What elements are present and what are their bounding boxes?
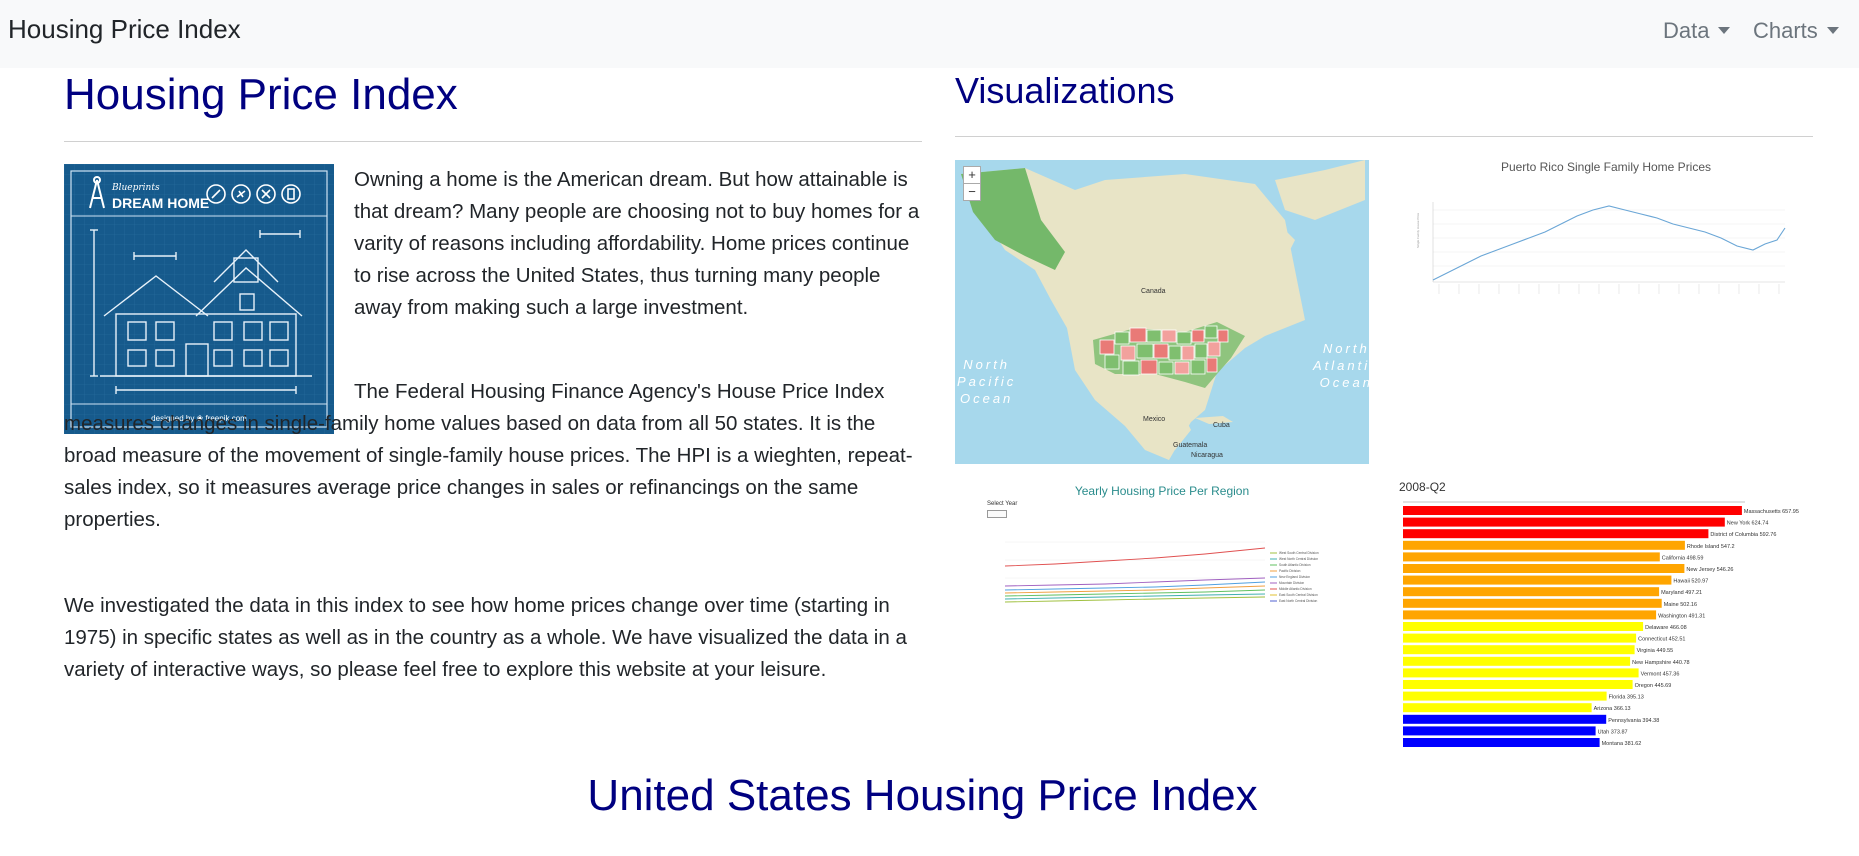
bar [1403, 726, 1596, 736]
bar-label: New York 624.74 [1727, 521, 1769, 527]
bar-label: Hawaii 520.97 [1673, 579, 1708, 585]
visualizations-title: Visualizations [955, 70, 1175, 111]
bar-label: California 498.59 [1662, 555, 1704, 561]
bar-label: Montana 381.62 [1602, 741, 1642, 747]
bar [1403, 633, 1637, 643]
legend-item: South Atlantic Division [1279, 563, 1311, 567]
choropleth-map-thumbnail[interactable]: + − Canada Mexico Cuba Guatemala Nicarag… [955, 160, 1369, 464]
bar [1403, 680, 1633, 689]
title-divider [64, 141, 922, 142]
map-zoom-in-button[interactable]: + [963, 166, 981, 184]
logo-title: DREAM HOME [112, 195, 209, 211]
legend-item: New England Division [1279, 575, 1310, 579]
bar-label: Utah 373.87 [1598, 729, 1628, 735]
bar [1403, 529, 1709, 539]
bar [1403, 552, 1660, 562]
nav-dropdown-charts[interactable]: Charts [1753, 18, 1839, 44]
legend-item: Middle Atlantic Division [1279, 587, 1312, 591]
bar-label: Pennsylvania 394.38 [1608, 718, 1659, 724]
intro-paragraph-2: The Federal Housing Finance Agency's Hou… [64, 380, 913, 531]
bar-label: Massachusetts 657.95 [1744, 509, 1799, 515]
bar-label: Delaware 466.08 [1645, 625, 1687, 631]
map-label-canada: Canada [1141, 288, 1166, 295]
state-bar-chart-thumbnail[interactable]: 2008-Q2 Massachusetts 657.95 New York 624… [1399, 480, 1813, 752]
legend-item: Mountain Division [1279, 581, 1304, 585]
bar-label: Virginia 449.55 [1637, 648, 1674, 654]
map-label-nicaragua: Nicaragua [1191, 452, 1223, 459]
logo-subtitle: Blueprints [111, 183, 160, 193]
map-label-mexico: Mexico [1143, 416, 1166, 423]
bar [1403, 691, 1607, 701]
bar [1403, 587, 1660, 597]
bar [1403, 564, 1685, 573]
nav-dropdown-data[interactable]: Data [1663, 18, 1731, 44]
legend-item: East North Central Division [1279, 599, 1317, 603]
svg-text:Single Family House Price: Single Family House Price [1416, 212, 1420, 248]
bar [1403, 703, 1592, 713]
bar [1403, 575, 1672, 585]
map-label-pacific-ocean: North Pacific Ocean [957, 357, 1017, 406]
map-label-atlantic-ocean: North Atlantic Ocean [1313, 341, 1369, 390]
legend-item: West North Central Division [1279, 557, 1318, 561]
map-zoom-out-button[interactable]: − [963, 183, 981, 201]
bar-label: Florida 395.13 [1609, 695, 1644, 701]
bar-label: Vermont 457.36 [1641, 671, 1680, 677]
us-hpi-section-title: United States Housing Price Index [587, 771, 1258, 820]
legend-item: Pacific Division [1279, 569, 1301, 573]
bar-chart-svg: Massachusetts 657.95 New York 624.74 Distr… [1403, 501, 1799, 747]
navbar: Housing Price Index Data Charts [0, 0, 1859, 68]
map-label-guatemala: Guatemala [1173, 442, 1208, 449]
map-label-cuba: Cuba [1213, 422, 1230, 429]
nav-data-label: Data [1663, 18, 1710, 43]
yearly-region-line-chart-thumbnail[interactable]: Yearly Housing Price Per Region Select Y… [955, 482, 1369, 642]
bar [1403, 714, 1607, 724]
bar [1403, 540, 1685, 550]
bar [1403, 506, 1742, 515]
bar-label: Rhode Island 547.2 [1687, 544, 1735, 550]
bar-label: District of Columbia 592.76 [1710, 532, 1776, 538]
chevron-down-icon [1718, 27, 1731, 34]
legend-item: East South Central Division [1279, 593, 1318, 597]
navbar-brand[interactable]: Housing Price Index [8, 14, 241, 45]
bar [1403, 738, 1600, 747]
bar [1403, 622, 1644, 631]
page-title: Housing Price Index [64, 70, 458, 119]
bar-label: Maine 502.16 [1664, 602, 1697, 608]
bar-label: Washington 491.31 [1658, 613, 1705, 619]
intro-paragraph-1: Owning a home is the American dream. But… [354, 168, 920, 319]
bar [1403, 645, 1635, 655]
visualizations-divider [955, 136, 1813, 137]
bar-label: Arizona 366.13 [1594, 706, 1631, 712]
bar-label: Oregon 445.69 [1635, 683, 1672, 689]
nav-charts-label: Charts [1753, 18, 1818, 43]
bar-label: New Jersey 546.26 [1686, 567, 1733, 573]
bar [1403, 517, 1725, 527]
bar [1403, 610, 1657, 620]
bar [1403, 656, 1631, 666]
bar-label: Maryland 497.21 [1661, 590, 1702, 596]
puerto-rico-line-chart-thumbnail[interactable]: Puerto Rico Single Family Home Prices Si… [1399, 158, 1813, 318]
bar [1403, 668, 1639, 678]
chevron-down-icon [1826, 27, 1839, 34]
legend-item: West South Central Division [1279, 551, 1319, 555]
intro-paragraph-3: We investigated the data in this index t… [64, 594, 907, 681]
bar-label: New Hampshire 440.78 [1632, 660, 1689, 666]
bar [1403, 598, 1662, 608]
bar-label: Connecticut 452.51 [1638, 637, 1685, 643]
